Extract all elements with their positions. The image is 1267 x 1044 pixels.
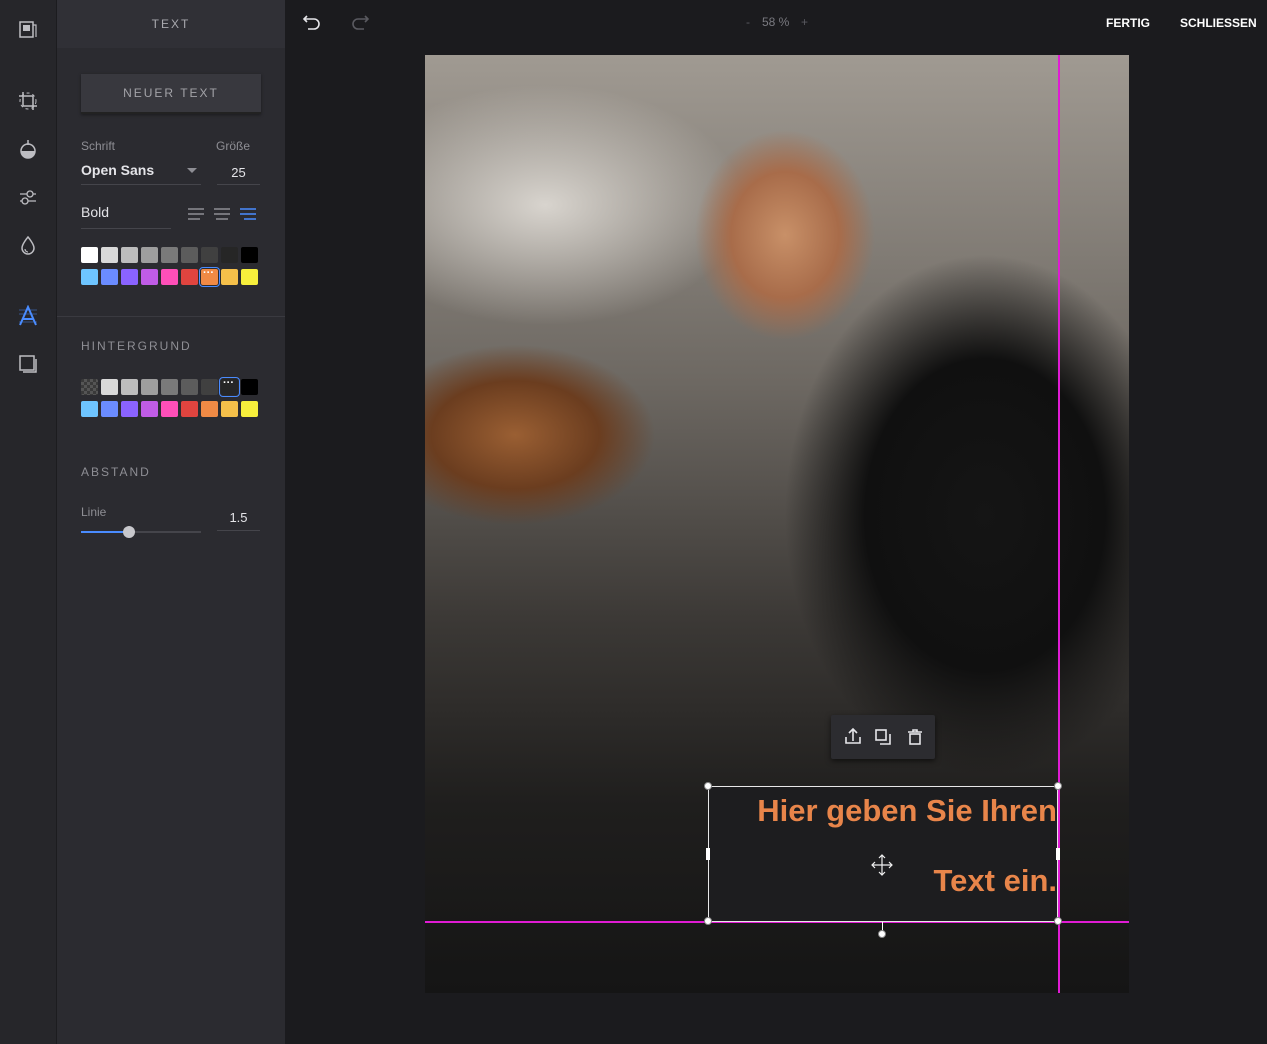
bg-color-swatch[interactable] xyxy=(81,401,98,417)
text-color-swatch[interactable] xyxy=(181,247,198,263)
rotate-handle[interactable] xyxy=(878,930,886,938)
text-color-swatch[interactable] xyxy=(121,269,138,285)
size-label: Größe xyxy=(216,139,251,153)
resize-handle-bottom-left[interactable] xyxy=(704,917,712,925)
resize-handle-bottom-right[interactable] xyxy=(1054,917,1062,925)
resize-handle-top-left[interactable] xyxy=(704,782,712,790)
bg-color-swatch[interactable] xyxy=(101,379,118,395)
bg-color-swatch[interactable] xyxy=(241,401,258,417)
top-bar: - 58 % + FERTIG SCHLIESSEN xyxy=(286,0,1267,46)
text-color-swatch[interactable] xyxy=(121,247,138,263)
bg-color-swatch[interactable] xyxy=(181,379,198,395)
style-select[interactable]: Bold xyxy=(81,202,171,229)
text-color-swatch[interactable] xyxy=(81,247,98,263)
line-label: Linie xyxy=(81,505,107,519)
resize-handle-top-right[interactable] xyxy=(1054,782,1062,790)
style-value: Bold xyxy=(81,204,110,220)
text-color-swatch[interactable] xyxy=(161,247,178,263)
bg-color-swatch[interactable] xyxy=(161,401,178,417)
bg-color-swatch[interactable] xyxy=(141,379,158,395)
text-color-swatch[interactable] xyxy=(101,247,118,263)
align-right-icon[interactable] xyxy=(240,207,256,221)
filter-icon[interactable] xyxy=(16,137,40,161)
text-panel: TEXT NEUER TEXT Schrift Größe Open Sans … xyxy=(57,0,285,1044)
text-object[interactable]: Hier geben Sie Ihren Text ein. xyxy=(708,786,1058,922)
adjust-icon[interactable] xyxy=(16,185,40,209)
line-slider-track[interactable] xyxy=(81,526,201,538)
text-color-swatch[interactable] xyxy=(201,247,218,263)
bg-color-swatch[interactable] xyxy=(241,379,258,395)
chevron-down-icon xyxy=(187,168,197,173)
line-slider-fill xyxy=(81,531,129,533)
tool-rail xyxy=(0,0,57,1044)
undo-icon[interactable] xyxy=(302,12,322,32)
bg-color-swatch[interactable] xyxy=(101,401,118,417)
selected-dots-icon: ··· xyxy=(203,267,214,279)
size-value: 25 xyxy=(231,165,246,180)
bg-color-swatch[interactable]: ··· xyxy=(219,377,240,397)
line-value-input[interactable]: 1.5 xyxy=(217,506,260,531)
zoom-value: 58 % xyxy=(762,15,790,29)
bring-to-front-icon[interactable] xyxy=(843,727,863,747)
text-object-toolbar xyxy=(831,715,935,759)
spacing-title: ABSTAND xyxy=(81,465,151,479)
redo-icon[interactable] xyxy=(350,12,370,32)
bg-color-swatch[interactable] xyxy=(221,401,238,417)
line-slider-handle[interactable] xyxy=(123,526,135,538)
text-color-swatch[interactable] xyxy=(101,269,118,285)
text-color-swatch[interactable] xyxy=(241,269,258,285)
font-value: Open Sans xyxy=(81,162,155,178)
bg-color-swatch[interactable] xyxy=(161,379,178,395)
resize-handle-right[interactable] xyxy=(1056,848,1060,860)
font-label: Schrift xyxy=(81,139,116,153)
line-value: 1.5 xyxy=(229,510,248,525)
selected-dots-icon: ··· xyxy=(223,377,234,389)
bg-color-swatch[interactable] xyxy=(121,401,138,417)
drop-icon[interactable] xyxy=(16,233,40,257)
size-input[interactable]: 25 xyxy=(217,160,260,185)
crop-icon[interactable] xyxy=(16,89,40,113)
close-button[interactable]: SCHLIESSEN xyxy=(1180,16,1257,30)
bg-color-swatch[interactable] xyxy=(201,401,218,417)
divider xyxy=(57,316,285,317)
move-icon[interactable] xyxy=(871,854,893,876)
frame-icon[interactable] xyxy=(16,352,40,376)
text-color-swatch[interactable] xyxy=(141,247,158,263)
resize-handle-left[interactable] xyxy=(706,848,710,860)
text-color-swatch[interactable] xyxy=(81,269,98,285)
bg-color-swatch[interactable] xyxy=(201,379,218,395)
panel-title: TEXT xyxy=(57,0,285,48)
text-color-swatch[interactable] xyxy=(221,269,238,285)
bg-color-swatch[interactable] xyxy=(141,401,158,417)
text-tool-icon[interactable] xyxy=(16,304,40,328)
bg-color-swatch[interactable] xyxy=(81,379,98,395)
bg-color-swatch[interactable] xyxy=(181,401,198,417)
text-color-swatch[interactable] xyxy=(241,247,258,263)
background-title: HINTERGRUND xyxy=(81,339,192,353)
bg-color-swatch[interactable] xyxy=(121,379,138,395)
zoom-in-button[interactable]: + xyxy=(801,15,808,29)
new-text-button[interactable]: NEUER TEXT xyxy=(81,74,261,114)
text-line-2[interactable]: Text ein. xyxy=(934,863,1057,899)
text-line-1[interactable]: Hier geben Sie Ihren xyxy=(757,793,1057,829)
text-color-palette: ··· xyxy=(81,247,261,287)
text-color-swatch[interactable]: ··· xyxy=(199,267,220,287)
done-button[interactable]: FERTIG xyxy=(1106,16,1150,30)
text-color-swatch[interactable] xyxy=(181,269,198,285)
text-color-swatch[interactable] xyxy=(161,269,178,285)
text-color-swatch[interactable] xyxy=(221,247,238,263)
align-left-icon[interactable] xyxy=(188,207,204,221)
text-color-swatch[interactable] xyxy=(141,269,158,285)
background-color-palette: ··· xyxy=(81,377,261,419)
font-select[interactable]: Open Sans xyxy=(81,160,201,185)
library-icon[interactable] xyxy=(16,17,40,41)
zoom-out-button[interactable]: - xyxy=(746,15,750,29)
align-center-icon[interactable] xyxy=(214,207,230,221)
duplicate-icon[interactable] xyxy=(873,727,893,747)
trash-icon[interactable] xyxy=(905,727,925,747)
